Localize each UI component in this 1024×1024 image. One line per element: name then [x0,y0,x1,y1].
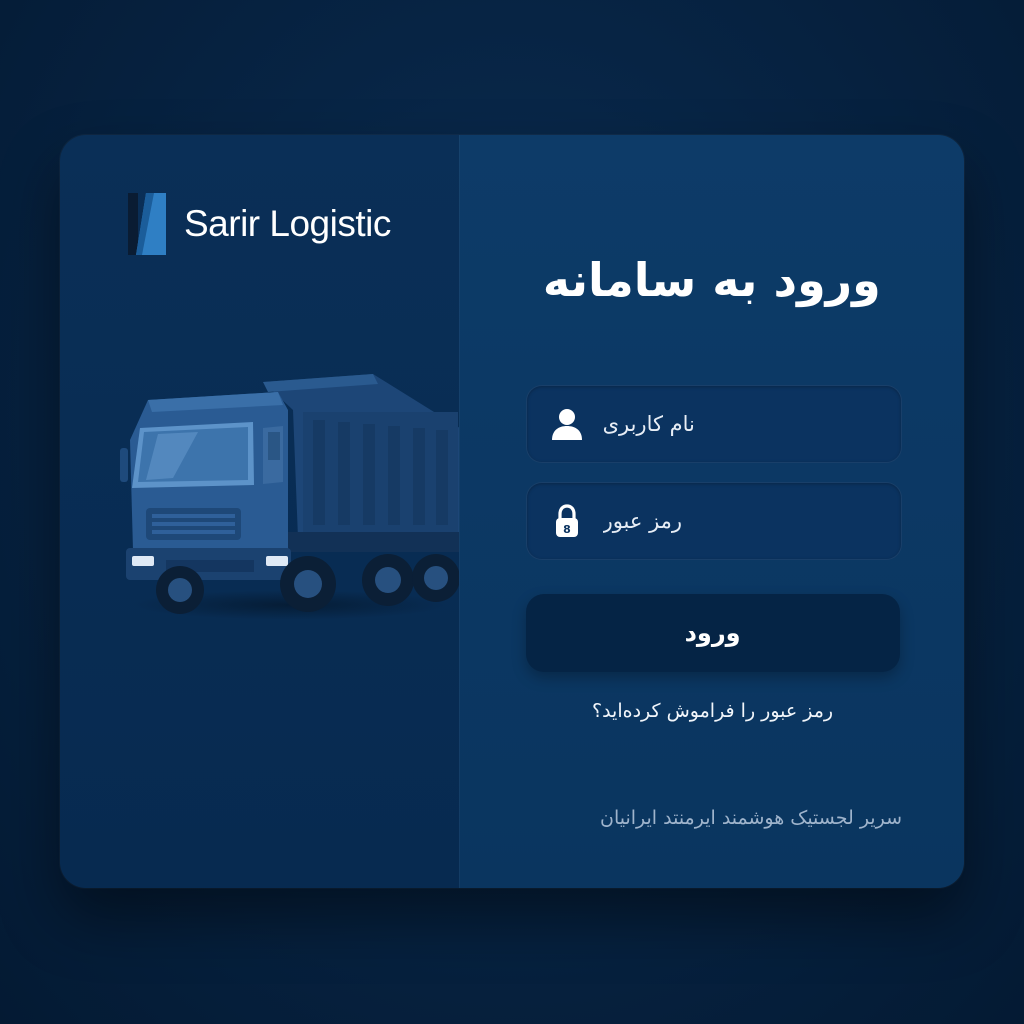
login-form-panel: ورود به سامانه 8 ورود رمز عبور را فراموش… [458,135,964,888]
login-card: Sarir Logistic ورود به سامانه نام کاربری… [60,135,964,888]
password-input[interactable] [602,501,863,541]
password-field[interactable]: 8 [525,482,902,560]
user-icon [551,409,582,440]
brand-panel: Sarir Logistic [60,135,463,888]
lock-icon: 8 [555,504,578,537]
brand-logo-icon [128,193,166,255]
login-button[interactable]: ورود [525,594,900,672]
page-title: ورود به سامانه [542,253,881,307]
lock-badge-text: 8 [563,523,571,536]
username-input[interactable] [602,404,863,444]
brand-name: Sarir Logistic [184,203,391,244]
login-page: Sarir Logistic ورود به سامانه نام کاربری… [0,0,1024,1024]
username-field[interactable] [525,385,902,463]
forgot-password-link[interactable]: رمز عبور را فراموش کرده‌اید؟ [526,700,900,722]
brand-header: Sarir Logistic [128,193,391,255]
footer-tagline: سریر لجستیک هوشمند ایرمنتد ایرانیان [599,807,902,829]
dump-truck-illustration [120,374,463,614]
